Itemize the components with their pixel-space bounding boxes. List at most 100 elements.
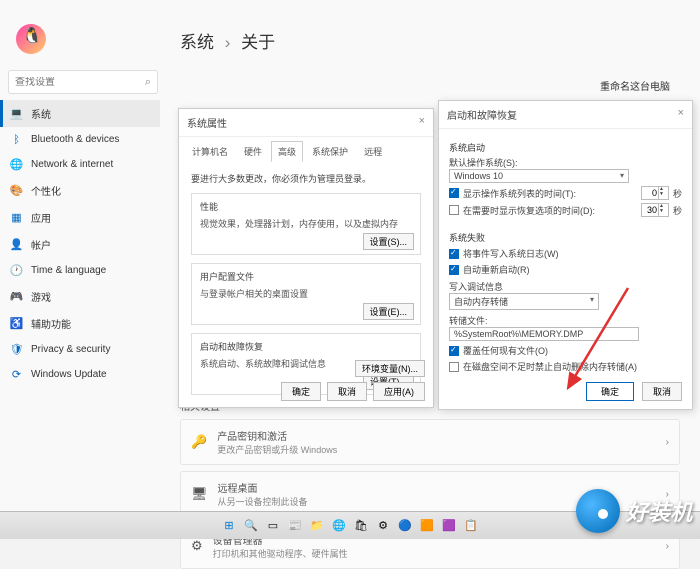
show-os-list-seconds[interactable]: ▲▼ — [641, 186, 669, 200]
group-title: 用户配置文件 — [200, 270, 412, 283]
sidebar-item-10[interactable]: ⟳Windows Update — [0, 362, 160, 387]
dialog-title: 系统属性 — [187, 115, 227, 130]
apply-button[interactable]: 应用(A) — [373, 382, 425, 401]
search-field[interactable] — [15, 77, 135, 88]
nav-icon: 💻 — [10, 107, 23, 120]
env-vars-button[interactable]: 环境变量(N)... — [355, 360, 425, 377]
write-debug-combo[interactable]: 自动内存转储 ▾ — [449, 293, 599, 310]
edge-icon[interactable]: 🌐 — [330, 517, 348, 535]
settings-icon[interactable]: ⚙ — [374, 517, 392, 535]
app-icon[interactable]: 📋 — [462, 517, 480, 535]
nav-label: Time & language — [31, 265, 106, 276]
app-icon[interactable]: 🟧 — [418, 517, 436, 535]
close-icon[interactable]: × — [419, 115, 425, 130]
default-os-combo[interactable]: Windows 10 ▾ — [449, 169, 629, 183]
avatar[interactable] — [16, 24, 46, 54]
search-input[interactable]: ⌕ — [8, 70, 158, 94]
watermark-text: 好装机 — [626, 495, 692, 527]
nav-label: 辅助功能 — [31, 316, 71, 331]
app-icon[interactable]: 🟪 — [440, 517, 458, 535]
chevron-right-icon: › — [666, 541, 669, 552]
breadcrumb: 系统 › 关于 — [180, 28, 700, 53]
watermark-logo — [576, 489, 620, 533]
group-1: 用户配置文件与登录帐户相关的桌面设置设置(E)... — [191, 263, 421, 325]
group-title: 启动和故障恢复 — [200, 340, 412, 353]
group-desc: 视觉效果，处理器计划，内存使用，以及虚拟内存 — [200, 217, 412, 230]
low-disk-checkbox[interactable] — [449, 362, 459, 372]
sidebar-item-4[interactable]: ▦应用 — [0, 204, 160, 231]
start-icon[interactable]: ⊞ — [220, 517, 238, 535]
search-icon[interactable]: 🔍 — [242, 517, 260, 535]
explorer-icon[interactable]: 📁 — [308, 517, 326, 535]
chevron-right-icon: › — [666, 437, 669, 448]
group-settings-button[interactable]: 设置(S)... — [363, 233, 415, 250]
sec-system-startup: 系统启动 — [449, 141, 682, 154]
sidebar-item-6[interactable]: 🕐 Time & language — [0, 258, 160, 283]
ok-button[interactable]: 确定 — [586, 382, 634, 401]
default-os-label: 默认操作系统(S): — [449, 156, 682, 169]
startup-recovery-dialog: 启动和故障恢复 × 系统启动 默认操作系统(S): Windows 10 ▾ 显… — [438, 100, 693, 410]
card-title: 远程桌面 — [218, 480, 308, 495]
default-os-value: Windows 10 — [454, 171, 503, 181]
nav-icon: ▦ — [10, 211, 23, 224]
dump-file-input[interactable]: %SystemRoot%\MEMORY.DMP — [449, 327, 639, 341]
tab-0[interactable]: 计算机名 — [185, 141, 235, 162]
breadcrumb-system[interactable]: 系统 — [180, 33, 214, 52]
nav-icon: 👤 — [10, 238, 23, 251]
card-icon: 🔑 — [191, 434, 207, 450]
nav-icon: 🕐 — [10, 264, 23, 277]
nav-label: Windows Update — [31, 369, 107, 380]
card-sub: 更改产品密钥或升级 Windows — [217, 443, 337, 456]
chevron-down-icon: ▾ — [620, 171, 624, 181]
sidebar-item-5[interactable]: 👤 帐户 — [0, 231, 160, 258]
nav-label: 帐户 — [31, 237, 51, 252]
taskview-icon[interactable]: ▭ — [264, 517, 282, 535]
group-settings-button[interactable]: 设置(E)... — [363, 303, 415, 320]
sidebar-item-9[interactable]: 🛡 Privacy & security — [0, 337, 160, 362]
show-os-list-checkbox[interactable] — [449, 188, 459, 198]
app-icon[interactable]: 🔵 — [396, 517, 414, 535]
group-title: 性能 — [200, 200, 412, 213]
card-title: 产品密钥和激活 — [217, 428, 337, 443]
write-debug-value: 自动内存转储 — [454, 295, 508, 308]
sidebar: 💻 系统 ᛒBluetooth & devices🌐Network & intern… — [0, 100, 160, 387]
store-icon[interactable]: 🛍 — [352, 517, 370, 535]
nav-icon: 🛡 — [10, 343, 23, 356]
auto-restart-label: 自动重新启动(R) — [463, 263, 530, 276]
sidebar-item-1[interactable]: ᛒBluetooth & devices — [0, 127, 160, 152]
sidebar-item-0[interactable]: 💻 系统 — [0, 100, 160, 127]
show-os-list-label: 显示操作系统列表的时间(T): — [463, 187, 576, 200]
ok-button[interactable]: 确定 — [281, 382, 321, 401]
show-recovery-seconds[interactable]: ▲▼ — [641, 203, 669, 217]
cancel-button[interactable]: 取消 — [642, 382, 682, 401]
cancel-button[interactable]: 取消 — [327, 382, 367, 401]
tab-3[interactable]: 系统保护 — [305, 141, 355, 162]
write-log-label: 将事件写入系统日志(W) — [463, 247, 559, 260]
show-recovery-label: 在需要时显示恢复选项的时间(D): — [463, 204, 595, 217]
close-icon[interactable]: × — [678, 107, 684, 122]
nav-icon: 🎮 — [10, 290, 23, 303]
chevron-right-icon: › — [225, 33, 231, 52]
tab-4[interactable]: 远程 — [357, 141, 389, 162]
chevron-down-icon: ▾ — [590, 295, 594, 308]
sidebar-item-8[interactable]: ♿ 辅助功能 — [0, 310, 160, 337]
nav-icon: ♿ — [10, 317, 23, 330]
sec-system-failure: 系统失败 — [449, 231, 682, 244]
auto-restart-checkbox[interactable] — [449, 265, 459, 275]
overwrite-checkbox[interactable] — [449, 346, 459, 356]
write-log-checkbox[interactable] — [449, 249, 459, 259]
tab-2[interactable]: 高级 — [271, 141, 303, 162]
widgets-icon[interactable]: 📰 — [286, 517, 304, 535]
rename-pc-button[interactable]: 重命名这台电脑 — [600, 78, 670, 93]
sidebar-item-2[interactable]: 🌐Network & internet — [0, 152, 160, 177]
group-0: 性能视觉效果，处理器计划，内存使用，以及虚拟内存设置(S)... — [191, 193, 421, 255]
related-card-0[interactable]: 🔑 产品密钥和激活更改产品密钥或升级 Windows › — [180, 419, 680, 465]
nav-label: Privacy & security — [31, 344, 110, 355]
sidebar-item-3[interactable]: 🎨个性化 — [0, 177, 160, 204]
nav-label: 系统 — [31, 106, 51, 121]
sidebar-item-7[interactable]: 🎮游戏 — [0, 283, 160, 310]
show-recovery-checkbox[interactable] — [449, 205, 459, 215]
tab-1[interactable]: 硬件 — [237, 141, 269, 162]
card-icon: ⚙ — [191, 538, 203, 554]
dialog-title: 启动和故障恢复 — [447, 107, 517, 122]
